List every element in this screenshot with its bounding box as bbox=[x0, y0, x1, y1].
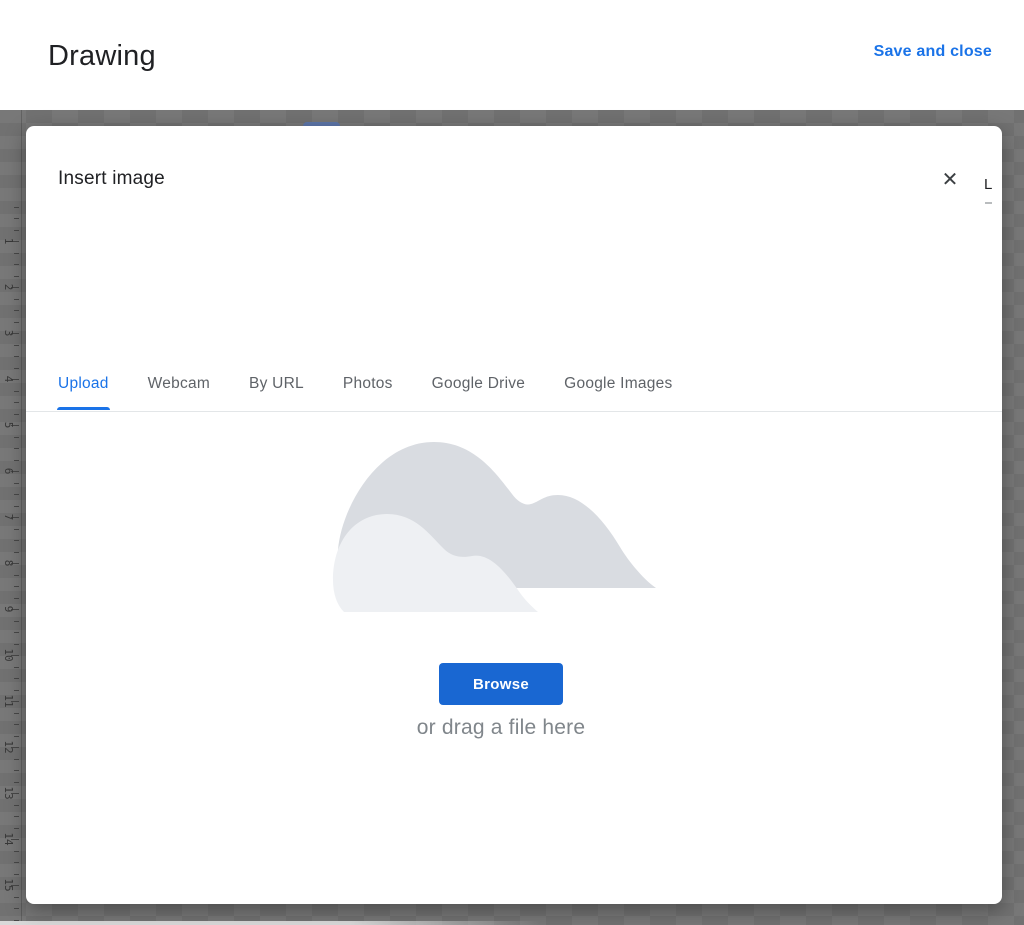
tab-photos[interactable]: Photos bbox=[343, 356, 393, 411]
ruler-number: 9 bbox=[2, 605, 15, 613]
save-and-close-button[interactable]: Save and close bbox=[874, 43, 992, 61]
tab-bar: Upload Webcam By URL Photos Google Drive Goog… bbox=[26, 356, 1002, 412]
stray-canvas-glyph: L bbox=[984, 176, 993, 193]
ruler-tick-minor bbox=[14, 850, 19, 852]
active-tab-underline bbox=[57, 407, 110, 410]
ruler-tick-minor bbox=[14, 896, 19, 898]
ruler-tick-minor bbox=[14, 666, 19, 668]
drag-file-hint: or drag a file here bbox=[416, 716, 586, 739]
ruler-tick-minor bbox=[14, 574, 19, 576]
canvas-edge-highlight bbox=[0, 921, 540, 925]
ruler-tick-minor bbox=[14, 712, 19, 714]
ruler-tick-minor bbox=[14, 804, 19, 806]
ruler-tick-minor bbox=[14, 632, 19, 633]
ruler-tick-minor bbox=[14, 344, 19, 346]
ruler-number: 11 bbox=[2, 694, 15, 708]
browse-button[interactable]: Browse bbox=[439, 663, 563, 705]
ruler-tick-minor bbox=[14, 908, 19, 909]
ruler-tick-minor bbox=[14, 816, 19, 817]
ruler-tick-minor bbox=[14, 310, 19, 311]
tab-google-drive[interactable]: Google Drive bbox=[432, 356, 525, 411]
ruler-tick-minor bbox=[14, 218, 19, 219]
tab-google-images[interactable]: Google Images bbox=[564, 356, 672, 411]
ruler-tick-minor bbox=[14, 528, 19, 530]
cloud-upload-illustration bbox=[333, 442, 656, 612]
screen: 1 2 3 4 5 6 7 8 9 10 11 12 13 14 15 Drawing Save and c… bbox=[0, 0, 1024, 925]
ruler-tick-minor bbox=[14, 862, 19, 863]
ruler-tick-minor bbox=[14, 494, 19, 495]
ruler-number: 1 bbox=[2, 237, 15, 245]
ruler-number: 6 bbox=[2, 467, 15, 475]
ruler-tick-minor bbox=[14, 678, 19, 679]
ruler-tick-minor bbox=[14, 724, 19, 725]
ruler-tick-minor bbox=[14, 298, 19, 300]
ruler-tick-minor bbox=[14, 252, 19, 254]
ruler-tick-minor bbox=[14, 448, 19, 449]
ruler-number: 14 bbox=[2, 832, 15, 846]
tab-webcam[interactable]: Webcam bbox=[148, 356, 210, 411]
ruler-tick-minor bbox=[14, 356, 19, 357]
ruler-number: 15 bbox=[2, 878, 15, 892]
ruler-tick-minor bbox=[14, 436, 19, 438]
ruler-number: 13 bbox=[2, 786, 15, 800]
ruler-tick-minor bbox=[14, 402, 19, 403]
ruler-tick-minor bbox=[14, 540, 19, 541]
ruler-tick-minor bbox=[14, 206, 19, 208]
ruler-number: 7 bbox=[2, 513, 15, 521]
ruler-tick-minor bbox=[14, 482, 19, 484]
ruler-tick-minor bbox=[14, 758, 19, 760]
ruler-number: 5 bbox=[2, 421, 15, 429]
ruler-number: 3 bbox=[2, 329, 15, 337]
ruler-number: 8 bbox=[2, 559, 15, 567]
ruler-number: 2 bbox=[2, 283, 15, 291]
tab-upload[interactable]: Upload bbox=[57, 356, 110, 411]
ruler-tick-minor bbox=[14, 390, 19, 392]
ruler-tick-minor bbox=[14, 620, 19, 622]
tab-by-url[interactable]: By URL bbox=[249, 356, 304, 411]
dialog-title: Insert image bbox=[58, 168, 165, 189]
insert-image-dialog: Insert image ✕ L Upload Webcam By URL Photo… bbox=[26, 126, 1002, 904]
ruler-number: 4 bbox=[2, 375, 15, 383]
stray-canvas-mark bbox=[985, 202, 992, 204]
close-icon[interactable]: ✕ bbox=[936, 166, 964, 194]
ruler-number: 10 bbox=[2, 648, 15, 662]
app-header: Drawing Save and close bbox=[0, 0, 1024, 110]
ruler-tick-minor bbox=[14, 264, 19, 265]
ruler-number: 12 bbox=[2, 740, 15, 754]
ruler: 1 2 3 4 5 6 7 8 9 10 11 12 13 14 15 bbox=[0, 110, 22, 925]
page-title: Drawing bbox=[48, 40, 156, 72]
ruler-tick-minor bbox=[14, 586, 19, 587]
ruler-tick-minor bbox=[14, 770, 19, 771]
